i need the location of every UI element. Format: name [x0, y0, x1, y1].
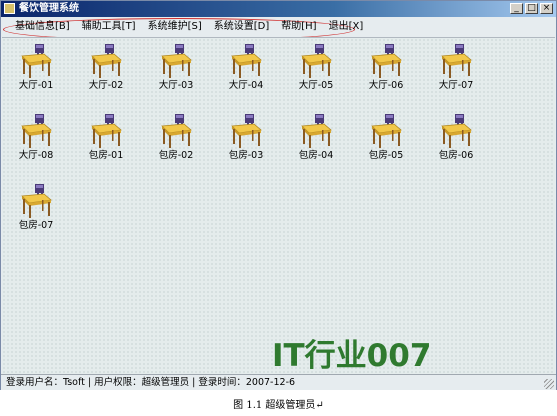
status-bar: 登录用户名：Tsoft | 用户权限：超级管理员 | 登录时间：2007-12-… [1, 374, 556, 390]
menu-item[interactable]: 辅助工具[T] [82, 20, 136, 33]
table-label: 包房-02 [158, 150, 194, 161]
window-controls: _ □ × [510, 3, 553, 14]
table-label: 包房-03 [228, 150, 264, 161]
dining-table-icon [371, 44, 402, 78]
table-item[interactable]: 包房-01 [76, 113, 136, 171]
table-label: 大厅-04 [228, 80, 264, 91]
table-item[interactable]: 大厅-04 [216, 43, 276, 101]
close-icon[interactable]: × [540, 3, 553, 14]
figure-caption: 图 1.1 超级管理员↵ [233, 400, 324, 411]
table-label: 大厅-08 [18, 150, 54, 161]
dining-table-icon [441, 114, 472, 148]
table-label: 大厅-01 [18, 80, 54, 91]
table-item[interactable]: 包房-05 [356, 113, 416, 171]
table-label: 包房-04 [298, 150, 334, 161]
table-item[interactable]: 大厅-06 [356, 43, 416, 101]
app-icon [4, 3, 15, 14]
dining-table-area: 大厅-01 大厅-02 大厅-03 大厅-04 大厅-05 大厅-06 大厅-0… [2, 37, 555, 374]
table-item[interactable]: 大厅-03 [146, 43, 206, 101]
menu-items: 基础信息[B] 辅助工具[T] 系统维护[S] 系统设置[D] 帮助[H] 退出[X] [15, 20, 363, 33]
table-item[interactable]: 包房-06 [426, 113, 486, 171]
dining-table-icon [91, 114, 122, 148]
window-title: 餐饮管理系统 [19, 3, 79, 14]
table-item[interactable]: 包房-02 [146, 113, 206, 171]
dining-table-icon [161, 44, 192, 78]
dining-table-icon [21, 184, 52, 218]
table-item[interactable]: 大厅-07 [426, 43, 486, 101]
table-label: 大厅-02 [88, 80, 124, 91]
menu-item[interactable]: 帮助[H] [281, 20, 316, 33]
dining-table-icon [371, 114, 402, 148]
table-label: 包房-06 [438, 150, 474, 161]
table-item[interactable]: 大厅-02 [76, 43, 136, 101]
menu-item[interactable]: 基础信息[B] [15, 20, 70, 33]
table-label: 包房-07 [18, 220, 54, 231]
table-item[interactable]: 大厅-05 [286, 43, 346, 101]
resize-grip-icon[interactable] [544, 379, 554, 389]
menu-item[interactable]: 退出[X] [329, 20, 364, 33]
menu-bar: 基础信息[B] 辅助工具[T] 系统维护[S] 系统设置[D] 帮助[H] 退出[X] [1, 17, 556, 41]
maximize-icon[interactable]: □ [525, 3, 538, 14]
table-label: 包房-01 [88, 150, 124, 161]
dining-table-icon [161, 114, 192, 148]
table-item[interactable]: 大厅-08 [6, 113, 66, 171]
status-text: 登录用户名：Tsoft | 用户权限：超级管理员 | 登录时间：2007-12-… [6, 377, 296, 388]
menu-item[interactable]: 系统维护[S] [148, 20, 202, 33]
table-label: 大厅-05 [298, 80, 334, 91]
table-item[interactable]: 包房-07 [6, 183, 66, 241]
dining-table-icon [231, 44, 262, 78]
table-label: 包房-05 [368, 150, 404, 161]
title-bar[interactable]: 餐饮管理系统 _ □ × [1, 1, 556, 17]
dining-table-icon [301, 114, 332, 148]
table-item[interactable]: 包房-03 [216, 113, 276, 171]
table-item[interactable]: 包房-04 [286, 113, 346, 171]
watermark-text: IT行业007 [272, 338, 432, 374]
dining-table-icon [301, 44, 332, 78]
dining-table-icon [21, 44, 52, 78]
dining-table-icon [441, 44, 472, 78]
table-label: 大厅-07 [438, 80, 474, 91]
table-label: 大厅-06 [368, 80, 404, 91]
dining-table-icon [231, 114, 262, 148]
minimize-icon[interactable]: _ [510, 3, 523, 14]
dining-table-icon [91, 44, 122, 78]
menu-item[interactable]: 系统设置[D] [214, 20, 270, 33]
table-label: 大厅-03 [158, 80, 194, 91]
table-item[interactable]: 大厅-01 [6, 43, 66, 101]
dining-table-icon [21, 114, 52, 148]
